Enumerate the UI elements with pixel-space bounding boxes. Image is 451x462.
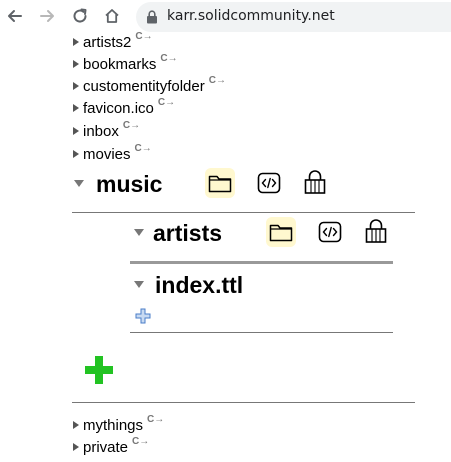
expand-arrow-icon[interactable]: [73, 127, 79, 135]
reload-button[interactable]: [69, 5, 91, 27]
external-link-icon[interactable]: C→: [209, 75, 226, 86]
browser-toolbar: karr.solidcommunity.net: [0, 0, 451, 34]
collapse-arrow-icon[interactable]: [134, 281, 144, 288]
sharing-button[interactable]: [361, 216, 391, 246]
add-button[interactable]: [84, 355, 114, 385]
divider: [130, 261, 393, 264]
source-view-button[interactable]: [315, 217, 345, 247]
folder-view-button[interactable]: [266, 217, 296, 247]
tree-item-customentityfolder[interactable]: customentityfolder C→: [73, 75, 226, 96]
forward-button[interactable]: [36, 5, 58, 27]
expand-arrow-icon[interactable]: [73, 421, 79, 429]
folder-icon: [208, 175, 232, 193]
tree-item-favicon[interactable]: favicon.ico C→: [73, 97, 175, 118]
item-label[interactable]: mythings: [83, 417, 143, 434]
external-link-icon[interactable]: C→: [132, 436, 149, 447]
external-link-icon[interactable]: C→: [135, 31, 152, 42]
divider: [72, 212, 415, 213]
plus-icon[interactable]: [135, 308, 151, 324]
tree-item-bookmarks[interactable]: bookmarks C→: [73, 53, 178, 74]
external-link-icon[interactable]: C→: [135, 143, 152, 154]
external-link-icon[interactable]: C→: [158, 97, 175, 108]
lock-icon: [147, 10, 157, 24]
divider: [130, 332, 393, 333]
folder-heading-artists: artists: [153, 220, 223, 246]
external-link-icon[interactable]: C→: [123, 120, 140, 131]
home-button[interactable]: [101, 5, 123, 27]
external-link-icon[interactable]: C→: [160, 53, 177, 64]
item-label[interactable]: favicon.ico: [83, 100, 154, 117]
collapse-arrow-icon[interactable]: [74, 180, 84, 187]
folder-heading-music: music: [96, 171, 163, 197]
tree-item-inbox[interactable]: inbox C→: [73, 120, 140, 141]
sharing-button[interactable]: [300, 167, 330, 197]
forward-arrow-icon: [40, 10, 54, 22]
code-icon: [257, 172, 281, 194]
url-text: karr.solidcommunity.net: [167, 8, 335, 24]
expand-arrow-icon[interactable]: [73, 443, 79, 451]
back-arrow-icon: [8, 10, 22, 22]
reload-icon: [73, 8, 87, 23]
item-label[interactable]: movies: [83, 146, 131, 163]
padlock-icon: [365, 219, 387, 243]
expand-arrow-icon[interactable]: [73, 82, 79, 90]
folder-icon: [269, 224, 293, 242]
item-label[interactable]: inbox: [83, 123, 119, 140]
tree-item-private[interactable]: private C→: [73, 436, 149, 457]
divider: [72, 402, 415, 403]
item-label[interactable]: artists2: [83, 34, 131, 51]
external-link-icon[interactable]: C→: [147, 414, 164, 425]
tree-item-movies[interactable]: movies C→: [73, 143, 152, 164]
item-label[interactable]: customentityfolder: [83, 78, 205, 95]
collapse-arrow-icon[interactable]: [134, 229, 144, 236]
tree-item-artists2[interactable]: artists2 C→: [73, 31, 153, 52]
back-button[interactable]: [4, 5, 26, 27]
expand-arrow-icon[interactable]: [73, 150, 79, 158]
item-label[interactable]: private: [83, 439, 128, 456]
home-icon: [105, 9, 119, 23]
code-icon: [318, 221, 342, 243]
padlock-icon: [304, 170, 326, 194]
source-view-button[interactable]: [254, 168, 284, 198]
tree-item-mythings[interactable]: mythings C→: [73, 414, 164, 435]
expand-arrow-icon[interactable]: [73, 60, 79, 68]
folder-view-button[interactable]: [205, 168, 235, 198]
file-heading-index: index.ttl: [155, 272, 244, 298]
item-label[interactable]: bookmarks: [83, 56, 156, 73]
expand-arrow-icon[interactable]: [73, 104, 79, 112]
expand-arrow-icon[interactable]: [73, 38, 79, 46]
